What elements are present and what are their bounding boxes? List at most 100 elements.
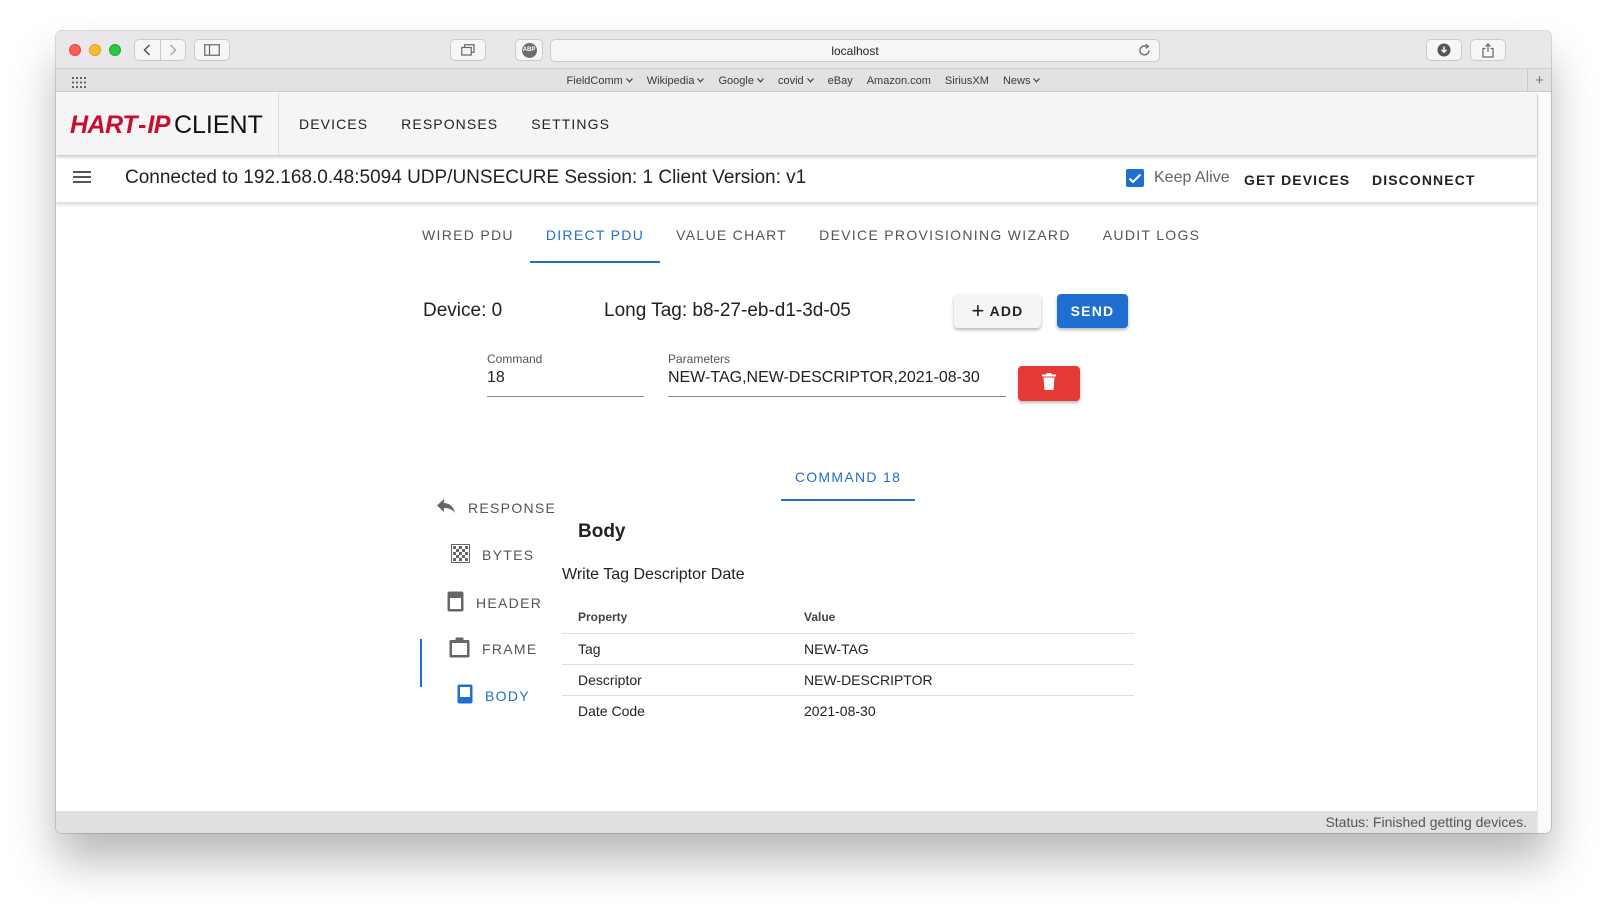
side-nav-response-label: RESPONSE <box>468 499 557 516</box>
favorite-item[interactable]: covid <box>771 75 821 87</box>
side-nav-bytes[interactable]: BYTES <box>451 544 534 566</box>
tab-audit-logs[interactable]: AUDIT LOGS <box>1087 217 1217 263</box>
browser-window: ABP localhost FieldComm Wikipedia Google… <box>56 31 1551 833</box>
favorite-item[interactable]: Google <box>711 75 770 87</box>
app-bar: HART - IP CLIENT DEVICES RESPONSES SETTINGS <box>56 93 1537 155</box>
delete-command-button[interactable] <box>1018 366 1080 401</box>
chevron-down-icon <box>757 78 764 83</box>
appbar-divider <box>278 93 279 155</box>
tab-command-18[interactable]: COMMAND 18 <box>781 455 915 501</box>
value-cell: NEW-DESCRIPTOR <box>788 664 1134 696</box>
favorites-list: FieldComm Wikipedia Google covid eBay Amazon.… <box>56 69 1551 92</box>
reload-icon[interactable] <box>1139 43 1151 60</box>
zoom-window-button[interactable] <box>109 44 121 56</box>
disconnect-button[interactable]: DISCONNECT <box>1372 172 1476 188</box>
tab-direct-pdu[interactable]: DIRECT PDU <box>529 217 661 263</box>
command-field[interactable]: Command 18 <box>487 352 644 397</box>
favorite-item[interactable]: News <box>996 75 1048 87</box>
bytes-grid-icon <box>451 544 470 566</box>
trash-icon <box>1042 372 1056 395</box>
page-scrollbar[interactable] <box>1537 93 1551 833</box>
add-button-label: ADD <box>989 303 1024 319</box>
pdu-tabs: WIRED PDU DIRECT PDU VALUE CHART DEVICE … <box>406 217 1216 263</box>
logo-client: CLIENT <box>173 111 263 139</box>
parameters-field[interactable]: Parameters NEW-TAG,NEW-DESCRIPTOR,2021-0… <box>668 352 1006 397</box>
nav-settings[interactable]: SETTINGS <box>531 116 610 132</box>
command-field-label: Command <box>487 352 543 366</box>
value-cell: 2021-08-30 <box>804 702 876 719</box>
new-tab-plus-icon[interactable]: + <box>1527 69 1551 92</box>
nav-responses[interactable]: RESPONSES <box>401 116 498 132</box>
adblock-icon[interactable]: ABP <box>515 39 543 61</box>
column-property: Property <box>562 601 788 634</box>
column-value: Value <box>788 601 1134 634</box>
command-field-value[interactable]: 18 <box>487 369 505 387</box>
favorite-item[interactable]: FieldComm <box>560 75 640 87</box>
frame-clipboard-icon <box>449 637 470 661</box>
hamburger-menu-icon[interactable] <box>72 169 92 190</box>
table-header-row: Property Value <box>562 601 1134 634</box>
connection-status: Connected to 192.168.0.48:5094 UDP/UNSEC… <box>125 167 807 188</box>
reply-icon <box>436 498 456 517</box>
active-indicator <box>420 639 422 687</box>
keep-alive-toggle[interactable]: Keep Alive <box>1126 169 1230 187</box>
keep-alive-checkbox[interactable] <box>1126 169 1144 187</box>
status-strip <box>56 811 1537 833</box>
chevron-down-icon <box>1033 78 1041 83</box>
close-window-button[interactable] <box>69 44 81 56</box>
logo-dash: - <box>137 111 147 139</box>
favorite-item[interactable]: eBay <box>821 75 860 87</box>
favorite-label: Amazon.com <box>866 74 931 87</box>
side-nav-frame[interactable]: FRAME <box>449 637 538 661</box>
tab-device-provisioning-wizard[interactable]: DEVICE PROVISIONING WIZARD <box>803 217 1087 263</box>
address-bar[interactable]: localhost <box>550 39 1160 62</box>
back-icon[interactable] <box>135 40 160 60</box>
chevron-down-icon <box>625 78 633 83</box>
chevron-down-icon <box>806 78 814 83</box>
logo-hart: HART <box>70 111 137 139</box>
minimize-window-button[interactable] <box>89 44 101 56</box>
value-cell: NEW-TAG <box>788 633 1134 665</box>
logo-ip: IP <box>147 111 170 139</box>
body-subtitle: Write Tag Descriptor Date <box>562 566 745 583</box>
favorites-bar: FieldComm Wikipedia Google covid eBay Amazon.… <box>56 69 1551 92</box>
tab-wired-pdu[interactable]: WIRED PDU <box>406 217 530 263</box>
table-row: Date Code 2021-08-30 <box>562 695 1134 726</box>
side-nav-response[interactable]: RESPONSE <box>436 498 556 517</box>
device-label: Device: 0 <box>423 300 503 321</box>
forward-icon[interactable] <box>159 40 186 60</box>
body-doc-icon <box>457 684 473 707</box>
sidebar-toggle-icon[interactable] <box>194 39 230 61</box>
send-button[interactable]: SEND <box>1057 294 1128 328</box>
share-icon[interactable] <box>1470 39 1506 61</box>
favorite-label: FieldComm <box>566 74 623 87</box>
plus-icon: + <box>971 298 986 323</box>
favorite-label: News <box>1002 74 1031 87</box>
property-cell: Date Code <box>578 702 645 719</box>
get-devices-button[interactable]: GET DEVICES <box>1244 172 1350 188</box>
body-title: Body <box>578 521 626 542</box>
downloads-icon[interactable] <box>1426 39 1462 61</box>
favorite-label: Google <box>718 74 754 87</box>
address-text: localhost <box>831 43 879 58</box>
side-nav-body[interactable]: BODY <box>457 684 530 707</box>
nav-devices[interactable]: DEVICES <box>299 116 368 132</box>
parameters-field-label: Parameters <box>668 352 731 366</box>
favorite-label: covid <box>777 74 804 87</box>
table-row: Descriptor NEW-DESCRIPTOR <box>562 664 1134 696</box>
property-cell: Descriptor <box>562 664 788 696</box>
hart-ip-client-app: HART - IP CLIENT DEVICES RESPONSES SETTINGS… <box>56 93 1537 833</box>
favorite-label: eBay <box>827 74 853 87</box>
parameters-field-value[interactable]: NEW-TAG,NEW-DESCRIPTOR,2021-08-30 <box>668 369 980 387</box>
tab-overview-icon[interactable] <box>450 39 486 61</box>
side-nav-header[interactable]: HEADER <box>447 591 542 615</box>
connection-bar: Connected to 192.168.0.48:5094 UDP/UNSEC… <box>56 155 1537 203</box>
main-nav: DEVICES RESPONSES SETTINGS <box>299 93 610 155</box>
favorite-item[interactable]: SiriusXM <box>938 75 996 87</box>
favorite-item[interactable]: Amazon.com <box>860 75 938 87</box>
favorite-label: Wikipedia <box>646 74 695 87</box>
favorite-item[interactable]: Wikipedia <box>640 75 712 87</box>
tab-value-chart[interactable]: VALUE CHART <box>660 217 803 263</box>
send-button-label: SEND <box>1070 303 1115 319</box>
add-button[interactable]: + ADD <box>954 294 1041 328</box>
